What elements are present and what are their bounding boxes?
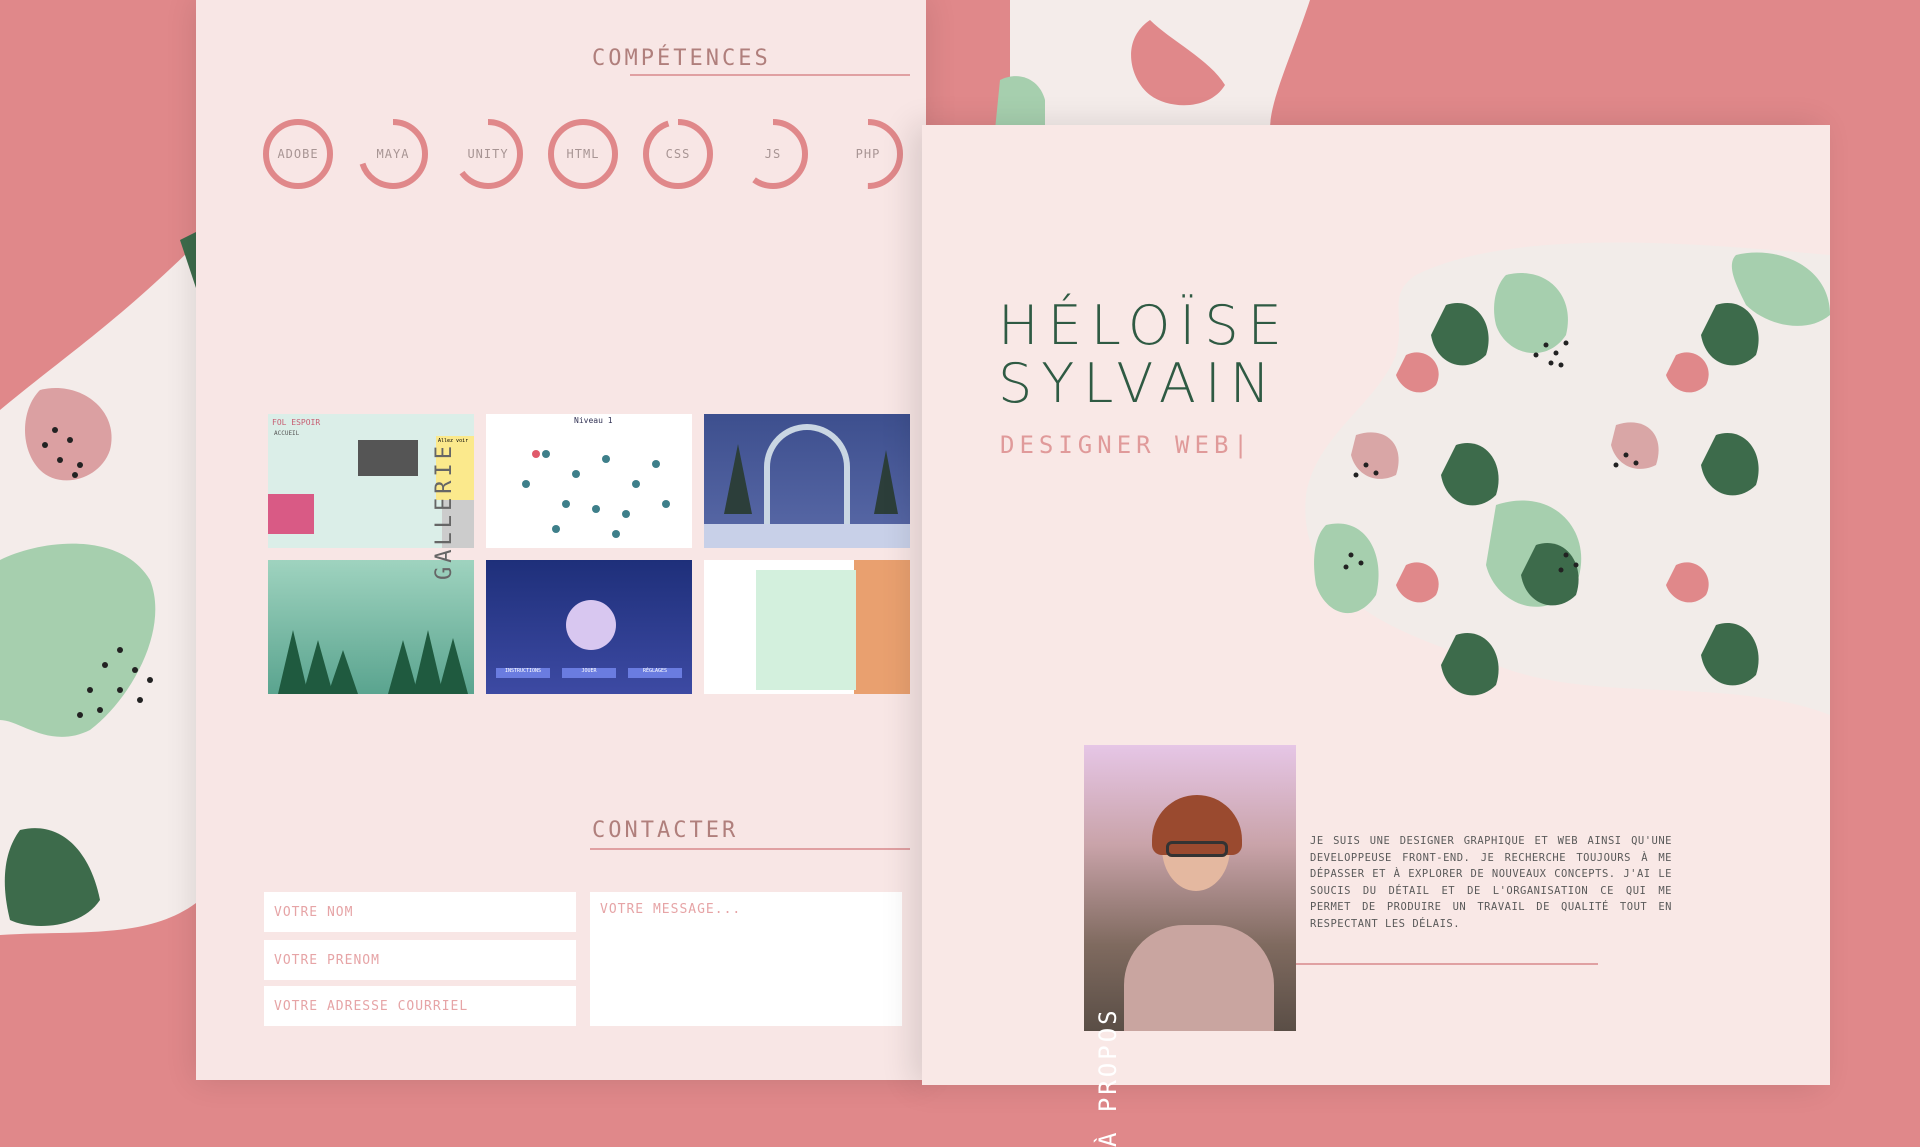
skill-label: UNITY [467,147,509,161]
gallery-thumb-niveau[interactable]: Niveau 1 [486,414,692,548]
decorative-pattern-left [0,230,200,935]
bio-text: JE SUIS UNE DESIGNER GRAPHIQUE ET WEB AI… [1310,835,1672,930]
skill-label: HTML [566,147,600,161]
thumb-dots [522,450,670,538]
firstname-input[interactable] [264,940,576,980]
gallery-thumb-form[interactable] [704,560,910,694]
left-page: COMPÉTENCES ADOBE MAYA UNITY HTML CSS JS PHP F… [196,0,926,1080]
gallery-thumb-arch[interactable] [704,414,910,548]
thumb-form-card [756,570,856,690]
about-label: À PROPOS [1094,1007,1122,1147]
decorative-pattern-top [995,0,1310,130]
thumb-ground [704,524,910,548]
skill-label: PHP [855,147,881,161]
contact-title-underline [590,848,910,850]
skill-label: ADOBE [277,147,319,161]
thumb-tree [724,444,752,514]
photo-shoulders [1124,925,1274,1031]
right-page: HÉLOÏSE SYLVAIN DESIGNER WEB| À PROPOS J… [922,125,1830,1147]
skill-js: JS [737,118,809,190]
thumb-tree [874,450,898,514]
thumb-pink-box [268,494,314,534]
thumb-sub: ACCUEIL [274,430,300,437]
thumb-forest-trees [278,630,468,694]
thumb-orange-panel [854,560,910,694]
photo-glasses [1166,841,1228,857]
name-heading: HÉLOÏSE SYLVAIN [998,297,1291,413]
email-input[interactable] [264,986,576,1026]
skill-maya: MAYA [357,118,429,190]
role-subtitle: DESIGNER WEB| [1000,431,1253,459]
skill-label: JS [764,147,782,161]
skill-label: MAYA [376,147,410,161]
skill-label: CSS [665,147,691,161]
name-line1: HÉLOÏSE [998,294,1291,357]
decorative-pattern-right [1305,242,1830,715]
gallery-thumb-forest[interactable] [268,560,474,694]
bio-underline [1296,963,1598,965]
thumb-btn-jouer: JOUER [562,668,616,678]
thumb-btn-instructions: INSTRUCTIONS [496,668,550,678]
thumb-photo [358,440,418,476]
skill-css: CSS [642,118,714,190]
thumb-arch [764,424,850,534]
skills-title: COMPÉTENCES [592,46,771,71]
name-line2: SYLVAIN [998,352,1280,415]
profile-photo [1084,745,1296,1031]
contact-title: CONTACTER [592,818,739,843]
thumb-btn-reglages: RÉGLAGES [628,668,682,678]
gallery-thumb-constellation[interactable]: INSTRUCTIONS JOUER RÉGLAGES [486,560,692,694]
thumb-orb [566,600,616,650]
skill-unity: UNITY [452,118,524,190]
skill-php: PHP [832,118,904,190]
gallery-label: GALLERIE [432,442,457,580]
skill-adobe: ADOBE [262,118,334,190]
skill-html: HTML [547,118,619,190]
message-textarea[interactable] [590,892,902,1026]
skills-title-underline [630,74,910,76]
name-input[interactable] [264,892,576,932]
